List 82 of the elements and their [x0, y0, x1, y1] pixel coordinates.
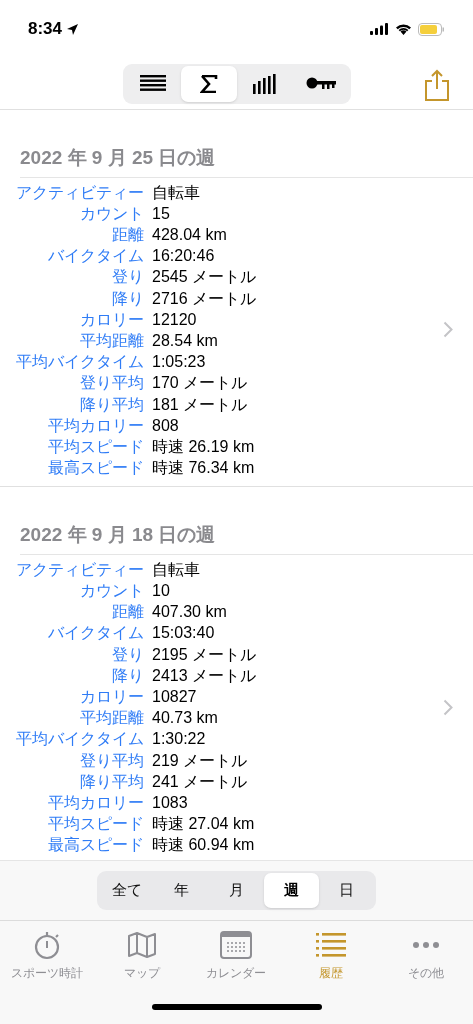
stat-label: 平均スピード	[47, 436, 144, 457]
list-icon	[139, 74, 166, 93]
stat-label: 降り	[111, 665, 144, 686]
stat-label: 平均距離	[79, 708, 144, 729]
list-icon	[316, 932, 347, 958]
stat-value: 40.73 km	[152, 708, 218, 729]
stat-value: 28.54 km	[152, 330, 218, 351]
week-heading: 2022 年 9 月 18 日の週	[20, 524, 216, 546]
stat-label: 登り平均	[79, 750, 144, 771]
stat-label: カロリー	[79, 309, 144, 330]
stat-value: 1:05:23	[152, 352, 206, 373]
week-heading: 2022 年 9 月 25 日の週	[20, 147, 216, 168]
period-segment[interactable]: 週	[264, 873, 319, 908]
stat-value: 1083	[152, 793, 188, 814]
map-icon	[126, 930, 157, 960]
status-time: 8:34	[28, 18, 63, 41]
stat-value: 1:30:22	[152, 729, 206, 750]
stat-label: 平均バイクタイム	[15, 352, 144, 373]
stat-label: 距離	[111, 602, 144, 623]
stat-value: 時速 27.04 km	[152, 814, 255, 835]
chevron-right-icon	[443, 321, 453, 339]
stat-label: 降り平均	[79, 394, 144, 415]
stat-label: 平均スピード	[47, 814, 144, 835]
stat-value: 16:20:46	[152, 246, 215, 267]
stat-value: 219 メートル	[152, 750, 248, 771]
period-segment[interactable]: 年	[154, 873, 209, 908]
stat-value: 170 メートル	[152, 373, 248, 394]
stat-label: バイクタイム	[47, 246, 144, 267]
stat-value: 2545 メートル	[152, 267, 257, 288]
stat-label: 登り	[111, 644, 144, 665]
stat-label: バイクタイム	[47, 623, 144, 644]
stat-value: 時速 76.34 km	[152, 458, 255, 479]
stat-value: 自転車	[152, 182, 200, 203]
stat-label: 平均カロリー	[47, 793, 144, 814]
period-segment[interactable]: 月	[209, 873, 264, 908]
stat-label: カウント	[79, 203, 144, 224]
stat-label: 降り平均	[79, 771, 144, 792]
stat-label: アクティビティー	[15, 182, 144, 203]
stat-value: 10	[152, 581, 170, 602]
more-icon	[411, 941, 440, 949]
week-summary-row[interactable]: アクティビティー 自転車 カウント 15 距離 428.04 km バイクタイム 16:20:46 登り 2545 メートル 降り 2716 メートル カロリー 12120 平均距離 28.54 km 平均バイクタイム 1:05:23 登り平均 170 メートル 降り平均 181 メートル 平均カロリー 808 平均スピード 時速 26.19 km 最高スピード 時速 76.34 km	[0, 177, 473, 488]
stat-value: 241 メートル	[152, 771, 248, 792]
stat-label: カロリー	[79, 687, 144, 708]
calendar-icon	[220, 931, 253, 959]
sigma-icon	[199, 74, 218, 93]
period-segment[interactable]: 全て	[99, 873, 154, 908]
period-segment[interactable]: 日	[319, 873, 374, 908]
stat-label: 最高スピード	[47, 458, 144, 479]
stat-value: 2413 メートル	[152, 665, 257, 686]
stat-label: 登り	[111, 267, 144, 288]
stat-label: 降り	[111, 288, 144, 309]
stat-label: アクティビティー	[15, 559, 144, 580]
stat-label: 平均カロリー	[47, 415, 144, 436]
stat-value: 10827	[152, 687, 197, 708]
stat-value: 15	[152, 203, 170, 224]
signal-icon	[370, 23, 389, 35]
stat-value: 時速 26.19 km	[152, 436, 255, 457]
stat-value: 2195 メートル	[152, 644, 257, 665]
stat-label: カウント	[79, 581, 144, 602]
stat-value: 407.30 km	[152, 602, 227, 623]
stat-value: 12120	[152, 309, 197, 330]
stat-value: 2716 メートル	[152, 288, 257, 309]
key-icon	[305, 76, 336, 91]
stat-value: 181 メートル	[152, 394, 248, 415]
stat-label: 登り平均	[79, 373, 144, 394]
view-segment[interactable]	[180, 65, 237, 102]
stat-label: 距離	[111, 224, 144, 245]
stat-label: 平均バイクタイム	[15, 729, 144, 750]
stat-value: 15:03:40	[152, 623, 215, 644]
battery-icon	[418, 22, 445, 36]
stat-value: 自転車	[152, 559, 200, 580]
stat-value: 428.04 km	[152, 224, 227, 245]
chevron-right-icon	[443, 698, 453, 716]
bar-chart-icon	[252, 73, 277, 94]
stat-label: 最高スピード	[47, 835, 144, 856]
share-icon	[424, 69, 450, 101]
stat-value: 808	[152, 415, 179, 436]
stat-label: 平均距離	[79, 330, 144, 351]
share-button[interactable]	[423, 68, 451, 102]
wifi-icon	[395, 23, 412, 35]
stat-value: 時速 60.94 km	[152, 835, 255, 856]
location-arrow-icon	[66, 22, 80, 36]
